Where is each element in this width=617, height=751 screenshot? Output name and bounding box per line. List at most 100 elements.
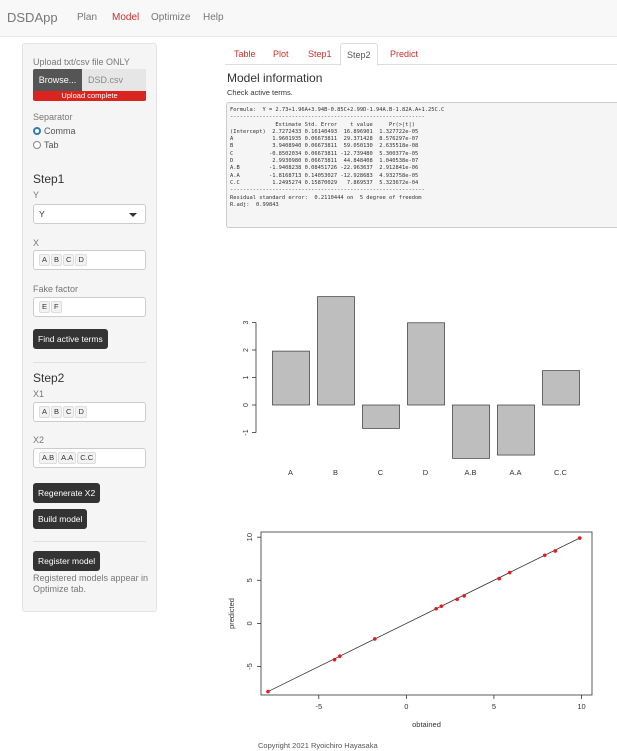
- data-point: [542, 553, 547, 558]
- summary-line: B 3.9408940 0.06673811 59.050130 2.63551…: [230, 143, 419, 150]
- separator-radio-tab[interactable]: Tab: [33, 140, 59, 150]
- fake-chip[interactable]: E: [39, 301, 51, 313]
- data-point: [434, 606, 438, 611]
- tab-plot[interactable]: Plot: [267, 43, 295, 65]
- bar-b: [317, 296, 355, 406]
- x-chip[interactable]: A: [39, 254, 51, 266]
- summary-line: R.adj: 0.99843: [230, 201, 279, 208]
- x2-select[interactable]: A.B A.A C.C: [33, 448, 146, 468]
- category-label: A: [288, 468, 293, 477]
- summary-line: A 1.9601935 0.06673811 29.371428 8.57629…: [230, 136, 419, 143]
- data-point: [462, 594, 466, 598]
- data-point: [439, 604, 444, 608]
- x1-chip[interactable]: A: [39, 406, 51, 418]
- category-label: A.A: [509, 468, 521, 477]
- bar-d: [407, 322, 445, 406]
- summary-line: ----------------------------------------…: [230, 187, 425, 194]
- data-point: [266, 689, 270, 694]
- bar-c: [362, 404, 400, 429]
- x-label: X: [33, 238, 40, 248]
- x1-chip[interactable]: C: [63, 406, 75, 418]
- y-tick-label: 2: [243, 348, 250, 352]
- tab-step1[interactable]: Step1: [302, 43, 338, 65]
- y-tick-label: 10: [245, 533, 254, 541]
- summary-line: ----------------------------------------…: [230, 114, 425, 121]
- nav-help[interactable]: Help: [203, 12, 224, 23]
- x2-chip[interactable]: C.C: [77, 452, 97, 464]
- model-info-title: Model information: [227, 71, 323, 85]
- bar-a-a: [497, 404, 535, 456]
- app-brand[interactable]: DSDApp: [7, 10, 58, 25]
- fake-factor-select[interactable]: EF: [33, 297, 146, 317]
- summary-line: A.B -1.9408238 0.08451726 -22.963637 2.9…: [230, 165, 419, 172]
- x-chip[interactable]: B: [51, 254, 63, 266]
- upload-progress-bar: Upload complete: [33, 91, 146, 101]
- x-chip[interactable]: D: [75, 254, 87, 266]
- y-select[interactable]: Y: [33, 204, 146, 224]
- category-label: B: [333, 468, 338, 477]
- fake-factor-label: Fake factor: [33, 284, 79, 294]
- sidebar-divider: [33, 541, 146, 542]
- build-model-button[interactable]: Build model: [33, 509, 88, 529]
- model-info-subtitle: Check active terms.: [227, 88, 293, 97]
- data-point: [497, 576, 501, 581]
- x-tick-label: 0: [404, 702, 408, 711]
- y-tick-label: 3: [243, 320, 250, 324]
- summary-line: Estimate Std. Error t value Pr(>|t|): [230, 121, 415, 128]
- summary-line: C.C 1.2495274 0.15870029 7.869537 5.3236…: [230, 179, 419, 186]
- y-tick-label: 1: [243, 375, 250, 379]
- x-axis-label: obtained: [412, 720, 441, 729]
- x2-chip[interactable]: A.A: [58, 452, 77, 464]
- y-tick-label: 0: [245, 621, 254, 625]
- nav-optimize[interactable]: Optimize: [151, 12, 190, 23]
- x-chip[interactable]: C: [63, 254, 75, 266]
- x1-chip[interactable]: B: [51, 406, 63, 418]
- separator-radio-comma[interactable]: Comma: [33, 126, 76, 136]
- tab-predict[interactable]: Predict: [384, 43, 424, 65]
- radio-unchecked-icon: [33, 141, 41, 149]
- step2-heading: Step2: [33, 371, 65, 385]
- y-select-value: Y: [39, 209, 45, 219]
- summary-line: A.A -1.8168713 0.14053027 -12.928683 4.9…: [230, 172, 419, 179]
- fit-line: [267, 537, 580, 692]
- data-point: [577, 536, 582, 540]
- x2-chip[interactable]: A.B: [39, 452, 58, 464]
- data-point: [338, 654, 342, 658]
- predicted-vs-obtained-plot: -5 0 5 10 -5 0 5 10 obtained predicted: [227, 531, 593, 729]
- browse-button[interactable]: Browse...: [33, 69, 82, 91]
- tab-step2[interactable]: Step2: [340, 43, 378, 66]
- model-summary-output: Formula: Y = 2.73+1.96A+3.94B-0.85C+2.99…: [226, 102, 617, 228]
- nav-plan[interactable]: Plan: [77, 12, 97, 23]
- x-select[interactable]: ABCD: [33, 250, 146, 270]
- x-tick-label: -5: [315, 702, 322, 711]
- radio-checked-icon: [33, 127, 41, 135]
- register-model-button[interactable]: Register model: [33, 551, 101, 571]
- find-active-terms-button[interactable]: Find active terms: [33, 329, 108, 349]
- file-name-field: DSD.csv: [82, 69, 146, 91]
- summary-line: C -0.8502034 0.06673811 -12.739480 5.300…: [230, 150, 419, 157]
- summary-line: D 2.9930980 0.06673811 44.848408 1.04053…: [230, 158, 419, 165]
- bar-c-c: [542, 370, 580, 406]
- fake-chip[interactable]: F: [51, 301, 62, 313]
- x1-chip[interactable]: D: [75, 406, 87, 418]
- data-point: [373, 637, 377, 641]
- y-axis-label: predicted: [227, 598, 236, 629]
- category-label: A.B: [464, 468, 476, 477]
- data-point: [553, 549, 558, 553]
- bar-a: [272, 350, 310, 406]
- category-label: C.C: [554, 468, 568, 477]
- x1-select[interactable]: ABCD: [33, 402, 146, 422]
- data-point: [507, 570, 512, 575]
- bar-a-b: [452, 404, 490, 459]
- navbar: DSDApp Plan Model Optimize Help: [0, 0, 617, 37]
- y-tick-label: -1: [243, 429, 250, 435]
- tab-table[interactable]: Table: [228, 43, 262, 65]
- x-tick-label: 10: [577, 702, 585, 711]
- radio-label-comma: Comma: [44, 126, 76, 136]
- category-label: D: [423, 468, 429, 477]
- regenerate-x2-button[interactable]: Regenerate X2: [33, 483, 101, 503]
- data-point: [332, 657, 337, 662]
- nav-model[interactable]: Model: [112, 12, 139, 23]
- data-point: [455, 597, 459, 602]
- y-label: Y: [33, 190, 40, 200]
